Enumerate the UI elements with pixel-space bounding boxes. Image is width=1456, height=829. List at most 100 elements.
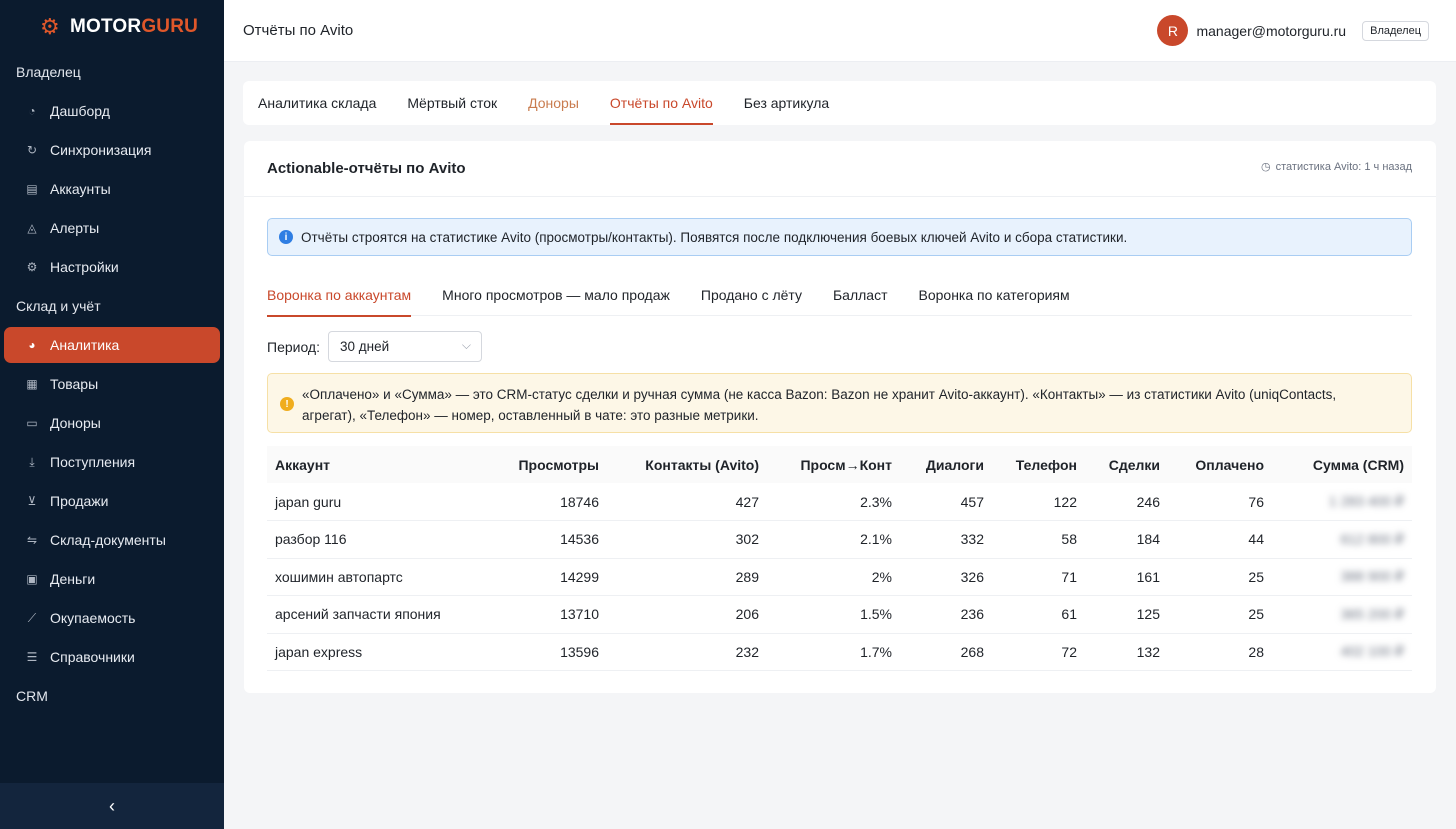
sidebar-item-sync[interactable]: ↻ Синхронизация (4, 132, 220, 168)
sidebar-item-products[interactable]: ▦ Товары (4, 366, 220, 402)
chevron-down-icon: ⌵ (461, 338, 471, 352)
cell-phone: 61 (992, 595, 1085, 634)
bell-icon: ◬ (27, 221, 37, 235)
nav-group-label: Владелец (16, 64, 81, 80)
cell-conversion: 2.1% (767, 520, 900, 559)
page-title: Отчёты по Avito (243, 22, 354, 39)
sidebar-item-donors[interactable]: ▭ Доноры (4, 405, 220, 441)
cart-icon: ⊻ (27, 494, 37, 508)
col-paid[interactable]: Оплачено (1168, 446, 1272, 483)
subtab-many-views[interactable]: Много просмотров — мало продаж (442, 274, 670, 316)
cell-conversion: 2% (767, 558, 900, 596)
cell-phone: 71 (992, 558, 1085, 596)
card-header: Actionable-отчёты по Avito (244, 141, 1436, 197)
chevron-left-icon: ‹ (109, 795, 115, 816)
cell-account: хошимин автопартс (267, 558, 494, 596)
cell-conversion: 1.5% (767, 595, 900, 634)
period-select[interactable]: 30 дней ⌵ (328, 331, 482, 362)
logo[interactable]: ⚙ MOTOR GURU (0, 0, 224, 54)
sidebar-item-payback[interactable]: ⟋ Окупаемость (4, 600, 220, 636)
subtab-funnel-categories[interactable]: Воронка по категориям (919, 274, 1070, 316)
cell-sum-crm: 1 283 400 ₽ (1272, 483, 1412, 521)
cell-views: 13710 (494, 595, 607, 634)
sidebar-item-analytics[interactable]: ◕ Аналитика (4, 327, 220, 363)
stats-freshness: ◷ статистика Avito: 1 ч назад (1261, 160, 1412, 174)
cell-views: 18746 (494, 483, 607, 521)
transfer-icon: ⇋ (26, 533, 38, 547)
tab-warehouse-analytics[interactable]: Аналитика склада (258, 81, 376, 125)
role-badge: Владелец (1362, 20, 1429, 41)
cell-contacts: 232 (607, 633, 767, 671)
warning-text-line: «Оплачено» и «Сумма» — это CRM-статус сд… (302, 387, 1337, 402)
nav-group-label: CRM (16, 688, 48, 704)
sidebar-item-accounts[interactable]: ▤ Аккаунты (4, 171, 220, 207)
col-phone[interactable]: Телефон (992, 446, 1085, 483)
user-menu[interactable]: R manager@motorguru.ru Владелец (1157, 15, 1429, 46)
sidebar-item-alerts[interactable]: ◬ Алерты (4, 210, 220, 246)
clock-icon: ◷ (1261, 161, 1271, 173)
pie-chart-icon: ◕ (28, 338, 36, 352)
sidebar-item-sales[interactable]: ⊻ Продажи (4, 483, 220, 519)
table-row[interactable]: japan guru 18746 427 2.3% 457 122 246 76… (267, 483, 1412, 521)
tab-donors[interactable]: Доноры (528, 81, 579, 125)
cell-deals: 184 (1085, 520, 1168, 559)
book-icon: ☰ (26, 650, 38, 664)
table-row[interactable]: арсений запчасти япония 13710 206 1.5% 2… (267, 595, 1412, 634)
cell-deals: 125 (1085, 595, 1168, 634)
cell-contacts: 302 (607, 520, 767, 559)
cell-paid: 76 (1168, 483, 1272, 521)
warning-alert: ! «Оплачено» и «Сумма» — это CRM-статус … (267, 373, 1412, 433)
sidebar-item-settings[interactable]: ⚙ Настройки (4, 249, 220, 285)
cell-account: japan express (267, 633, 494, 671)
cell-sum-crm: 388 900 ₽ (1272, 558, 1412, 596)
table-row[interactable]: разбор 116 14536 302 2.1% 332 58 184 44 … (267, 520, 1412, 559)
cell-account: разбор 116 (267, 520, 494, 559)
tab-avito-reports[interactable]: Отчёты по Avito (609, 81, 713, 125)
tab-no-sku[interactable]: Без артикула (744, 81, 829, 125)
avatar[interactable]: R (1157, 15, 1189, 46)
period-filter: Период: 30 дней ⌵ (267, 331, 482, 362)
grid-icon: ▦ (26, 377, 38, 391)
cell-paid: 25 (1168, 595, 1272, 634)
sidebar-item-money[interactable]: ▣ Деньги (4, 561, 220, 597)
cell-paid: 44 (1168, 520, 1272, 559)
period-label: Период: (267, 338, 320, 355)
accounts-icon: ▤ (26, 182, 38, 196)
sidebar: ⚙ MOTOR GURU Владелец ◔ Дашборд ↻ Синхрониз… (0, 0, 224, 829)
col-account[interactable]: Аккаунт (267, 446, 494, 483)
accounts-funnel-table: Аккаунт Просмотры Контакты (Avito) Просм… (267, 446, 1412, 671)
col-conversion[interactable]: Просм→Конт (767, 446, 900, 483)
subtab-ballast[interactable]: Балласт (833, 274, 888, 316)
user-email: manager@motorguru.ru (1196, 22, 1347, 39)
trend-icon: ⟋ (27, 610, 37, 625)
info-alert-text: Отчёты строятся на статистике Avito (про… (301, 229, 1128, 245)
cell-contacts: 206 (607, 595, 767, 634)
tab-dead-stock[interactable]: Мёртвый сток (407, 81, 497, 125)
cell-sum-crm: 365 200 ₽ (1272, 595, 1412, 634)
col-views[interactable]: Просмотры (494, 446, 607, 483)
table-header-row: Аккаунт Просмотры Контакты (Avito) Просм… (267, 446, 1412, 483)
cell-phone: 72 (992, 633, 1085, 671)
cell-conversion: 1.7% (767, 633, 900, 671)
cell-conversion: 2.3% (767, 483, 900, 521)
report-sub-tabs: Воронка по аккаунтам Много просмотров — … (267, 274, 1412, 317)
col-deals[interactable]: Сделки (1085, 446, 1168, 483)
subtab-sold-fast[interactable]: Продано с лёту (701, 274, 802, 316)
cell-dialogs: 268 (900, 633, 992, 671)
col-dialogs[interactable]: Диалоги (900, 446, 992, 483)
topbar: Отчёты по Avito R manager@motorguru.ru В… (224, 0, 1456, 62)
sidebar-collapse-button[interactable]: ‹ (0, 783, 224, 829)
sidebar-item-receipts[interactable]: ⤓ Поступления (4, 444, 220, 480)
sidebar-item-warehouse-docs[interactable]: ⇋ Склад-документы (4, 522, 220, 558)
logo-gear-icon: ⚙ (40, 14, 60, 39)
cell-views: 14536 (494, 520, 607, 559)
subtab-funnel-accounts[interactable]: Воронка по аккаунтам (267, 274, 412, 317)
card-title: Actionable-отчёты по Avito (267, 160, 466, 177)
dashboard-icon: ◔ (28, 104, 36, 118)
col-sum-crm[interactable]: Сумма (CRM) (1272, 446, 1412, 483)
sidebar-item-directories[interactable]: ☰ Справочники (4, 639, 220, 675)
sidebar-item-dashboard[interactable]: ◔ Дашборд (4, 93, 220, 129)
table-row[interactable]: japan express 13596 232 1.7% 268 72 132 … (267, 633, 1412, 671)
table-row[interactable]: хошимин автопартс 14299 289 2% 326 71 16… (267, 558, 1412, 596)
col-contacts[interactable]: Контакты (Avito) (607, 446, 767, 483)
